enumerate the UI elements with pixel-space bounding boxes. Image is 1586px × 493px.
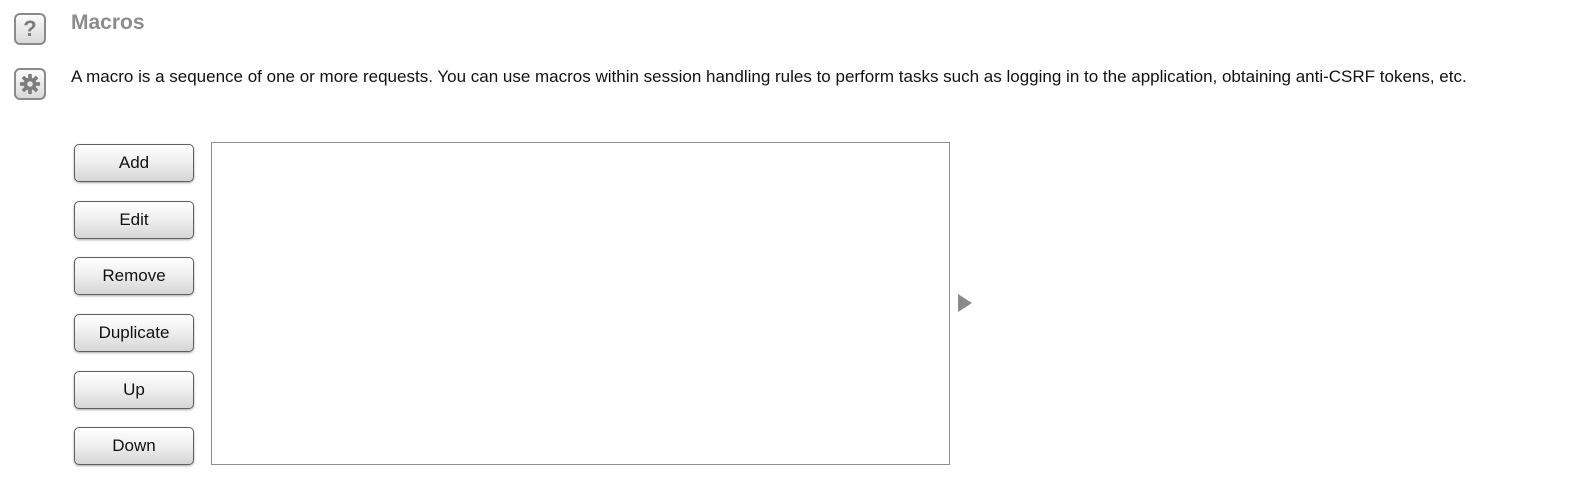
add-button[interactable]: Add bbox=[74, 144, 194, 182]
up-button[interactable]: Up bbox=[74, 371, 194, 409]
macro-list[interactable] bbox=[211, 142, 950, 465]
edit-button[interactable]: Edit bbox=[74, 201, 194, 239]
expand-arrow-icon[interactable] bbox=[958, 294, 972, 312]
help-icon-glyph: ? bbox=[23, 16, 37, 41]
remove-button[interactable]: Remove bbox=[74, 257, 194, 295]
section-title: Macros bbox=[71, 11, 145, 34]
help-icon[interactable]: ? bbox=[14, 13, 46, 45]
duplicate-button[interactable]: Duplicate bbox=[74, 314, 194, 352]
section-description: A macro is a sequence of one or more req… bbox=[71, 67, 1467, 86]
down-button[interactable]: Down bbox=[74, 427, 194, 465]
gear-icon-svg bbox=[19, 73, 41, 95]
gear-icon[interactable] bbox=[14, 68, 46, 100]
